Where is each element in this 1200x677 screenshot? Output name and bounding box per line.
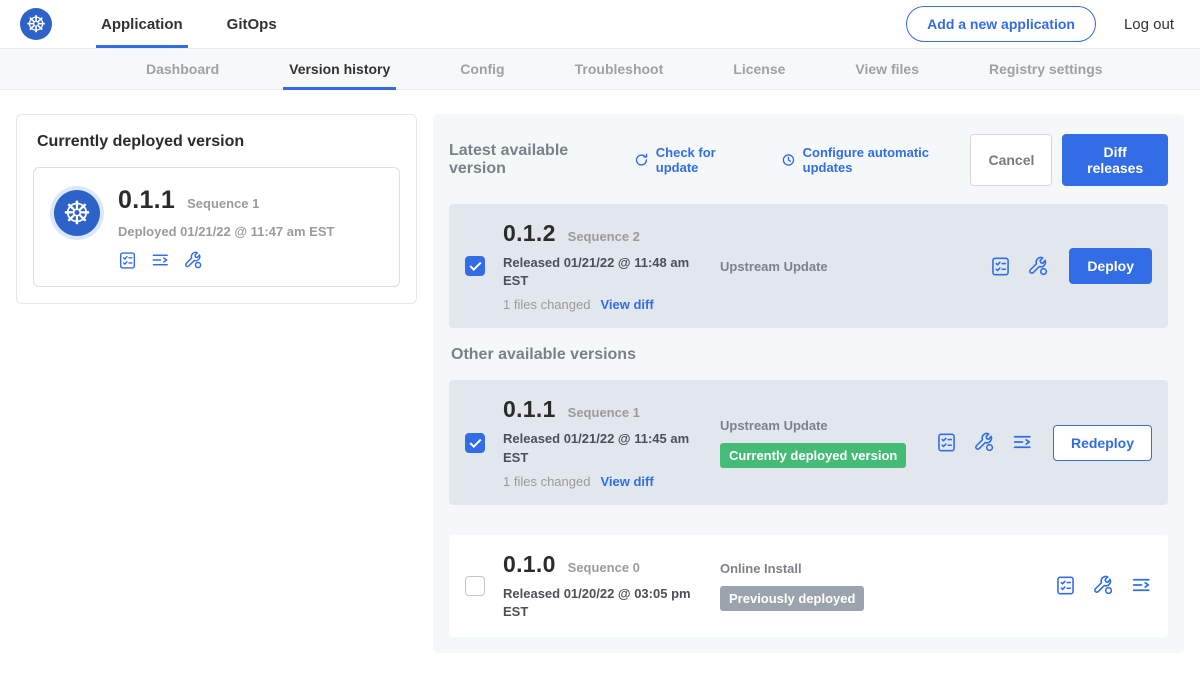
sequence-label: Sequence 0 [568,560,640,575]
version-history-panel: Latest available version Check for updat… [433,114,1184,653]
deploy-button[interactable]: Deploy [1069,248,1152,284]
app-icon: ☸ [54,190,100,236]
nav-tab-application[interactable]: Application [96,0,188,48]
version-info: 0.1.2 Sequence 2 Released 01/21/22 @ 11:… [503,220,715,312]
kubernetes-logo: ☸ [20,8,52,40]
released-timestamp: Released 01/21/22 @ 11:48 am EST [503,254,693,290]
deployed-timestamp: Deployed 01/21/22 @ 11:47 am EST [118,224,334,239]
subnav-tab-version-history[interactable]: Version history [283,49,396,89]
other-versions-title: Other available versions [451,346,1166,364]
add-application-button[interactable]: Add a new application [906,6,1096,42]
source-label: Upstream Update [720,418,936,433]
version-checkbox[interactable] [465,433,485,453]
version-source: Upstream Update [715,259,990,274]
version-actions [1055,575,1152,596]
release-notes-icon[interactable] [118,251,137,270]
top-navbar: ☸ Application GitOps Add a new applicati… [0,0,1200,49]
deploy-logs-icon[interactable] [151,251,170,270]
subnav-tab-registry-settings[interactable]: Registry settings [983,49,1109,89]
check-for-update-label: Check for update [656,145,755,175]
version-number: 0.1.1 [503,396,556,423]
previously-deployed-badge: Previously deployed [720,586,864,611]
config-icon[interactable] [1028,256,1049,277]
version-number: 0.1.2 [503,220,556,247]
version-actions: Deploy [990,248,1152,284]
version-number: 0.1.0 [503,551,556,578]
nav-tab-gitops-label: GitOps [227,16,277,33]
nav-tab-gitops[interactable]: GitOps [222,0,282,48]
version-row: 0.1.1 Sequence 1 Released 01/21/22 @ 11:… [449,380,1168,504]
version-info: 0.1.0 Sequence 0 Released 01/20/22 @ 03:… [503,551,715,621]
currently-deployed-panel: Currently deployed version ☸ 0.1.1 Seque… [16,114,417,304]
check-for-update-link[interactable]: Check for update [634,145,755,175]
subnav-tab-dashboard[interactable]: Dashboard [140,49,225,89]
sequence-label: Sequence 1 [568,405,640,420]
version-info: 0.1.1 Sequence 1 Released 01/21/22 @ 11:… [503,396,715,488]
view-diff-link[interactable]: View diff [600,474,653,489]
config-icon[interactable] [184,251,203,270]
subnav-tab-license[interactable]: License [727,49,791,89]
deployed-version-number: 0.1.1 [118,186,175,215]
released-timestamp: Released 01/21/22 @ 11:45 am EST [503,430,693,466]
subnav-tab-view-files[interactable]: View files [849,49,925,89]
release-notes-icon[interactable] [1055,575,1076,596]
deployed-version-card: ☸ 0.1.1 Sequence 1 Deployed 01/21/22 @ 1… [33,167,400,287]
deploy-logs-icon[interactable] [1012,432,1033,453]
subnav-tab-config[interactable]: Config [454,49,510,89]
files-changed-label: 1 files changed [503,474,590,489]
primary-nav: Application GitOps [96,0,316,48]
release-notes-icon[interactable] [990,256,1011,277]
version-source: Upstream Update Currently deployed versi… [715,418,936,468]
config-icon[interactable] [974,432,995,453]
config-icon[interactable] [1093,575,1114,596]
deploy-logs-icon[interactable] [1131,575,1152,596]
release-notes-icon[interactable] [936,432,957,453]
configure-auto-updates-link[interactable]: Configure automatic updates [781,145,971,175]
view-diff-link[interactable]: View diff [600,297,653,312]
source-label: Online Install [720,561,1055,576]
refresh-icon [634,152,649,168]
version-source: Online Install Previously deployed [715,561,1055,611]
cancel-button[interactable]: Cancel [970,134,1052,186]
logout-link[interactable]: Log out [1124,16,1174,33]
diff-releases-button[interactable]: Diff releases [1062,134,1168,186]
main-content: Currently deployed version ☸ 0.1.1 Seque… [0,90,1200,677]
deployed-sequence-label: Sequence 1 [187,196,259,211]
helm-wheel-icon: ☸ [63,197,92,229]
version-checkbox[interactable] [465,256,485,276]
deployed-action-icons [118,251,334,270]
subnav-tab-troubleshoot[interactable]: Troubleshoot [569,49,670,89]
app-subnav: Dashboard Version history Config Trouble… [0,49,1200,90]
clock-icon [781,152,796,168]
helm-wheel-icon: ☸ [26,13,47,36]
currently-deployed-badge: Currently deployed version [720,443,906,468]
latest-available-title: Latest available version [449,142,618,178]
redeploy-button[interactable]: Redeploy [1053,425,1152,461]
configure-auto-updates-label: Configure automatic updates [803,145,971,175]
version-row: 0.1.2 Sequence 2 Released 01/21/22 @ 11:… [449,204,1168,328]
version-actions: Redeploy [936,425,1152,461]
released-timestamp: Released 01/20/22 @ 03:05 pm EST [503,585,693,621]
available-versions-header: Latest available version Check for updat… [449,134,1168,186]
version-row: 0.1.0 Sequence 0 Released 01/20/22 @ 03:… [449,535,1168,637]
sequence-label: Sequence 2 [568,229,640,244]
files-changed-label: 1 files changed [503,297,590,312]
version-checkbox[interactable] [465,576,485,596]
deployed-version-info: 0.1.1 Sequence 1 Deployed 01/21/22 @ 11:… [118,184,334,270]
header-actions: Cancel Diff releases [970,134,1168,186]
nav-tab-application-label: Application [101,16,183,33]
deployed-section-title: Currently deployed version [37,133,400,151]
source-label: Upstream Update [720,259,990,274]
